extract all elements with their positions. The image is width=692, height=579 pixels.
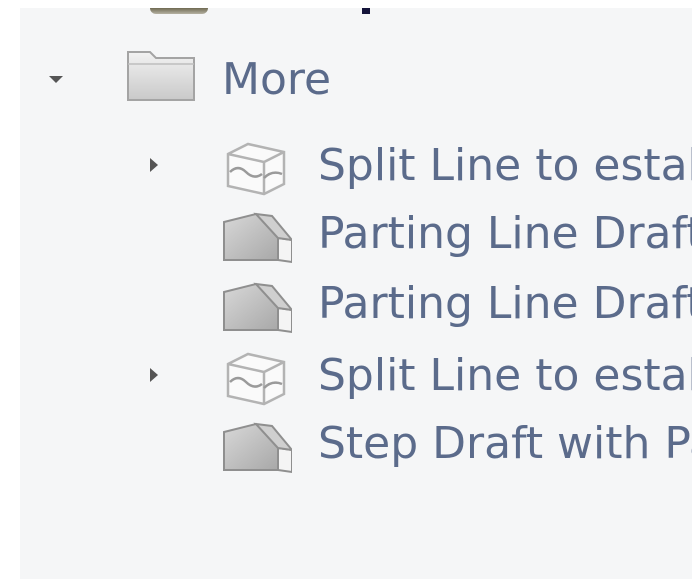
tree-item-step-draft[interactable]: Step Draft with Pa xyxy=(20,410,692,476)
tree-folder-label: More xyxy=(222,54,332,105)
previous-item-icon-fragment xyxy=(150,8,410,14)
tree-item-label: Parting Line Draft xyxy=(318,208,692,259)
collapse-arrow-icon[interactable] xyxy=(46,69,66,89)
tree-item-parting-line-draft[interactable]: Parting Line Draft xyxy=(20,200,692,266)
tree-item-split-line[interactable]: Split Line to estab xyxy=(20,342,692,408)
tree-item-label: Step Draft with Pa xyxy=(318,418,692,469)
tree-folder-more[interactable]: More xyxy=(20,46,692,112)
expand-arrow-icon[interactable] xyxy=(144,365,164,385)
split-line-icon xyxy=(220,140,292,196)
expand-arrow-icon[interactable] xyxy=(144,155,164,175)
tree-item-label: Split Line to estab xyxy=(318,350,692,401)
tree-item-split-line[interactable]: Split Line to estab xyxy=(20,132,692,198)
draft-feature-icon xyxy=(220,418,292,474)
folder-icon xyxy=(124,46,196,102)
draft-feature-icon xyxy=(220,208,292,264)
tree-item-label: Parting Line Draft xyxy=(318,278,692,329)
split-line-icon xyxy=(220,350,292,406)
tree-item-parting-line-draft[interactable]: Parting Line Draft xyxy=(20,270,692,336)
tree-item-label: Split Line to estab xyxy=(318,140,692,191)
draft-feature-icon xyxy=(220,278,292,334)
feature-tree-panel: More Split Line to estab Parting Line Dr… xyxy=(20,8,692,579)
